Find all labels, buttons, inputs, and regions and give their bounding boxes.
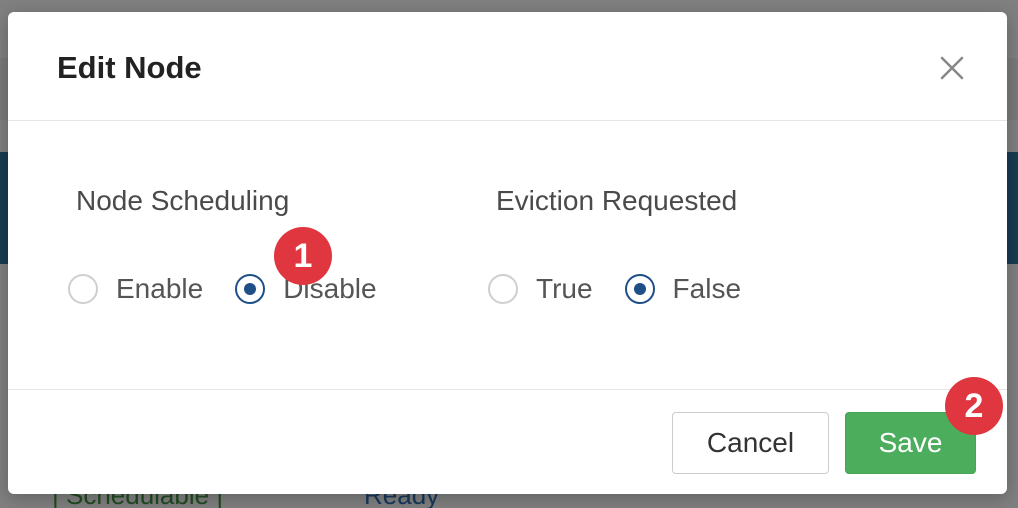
node-scheduling-radios: Enable Disable: [68, 273, 409, 305]
modal-header: Edit Node: [8, 12, 1007, 121]
eviction-requested-radios: True False: [488, 273, 773, 305]
modal-footer: Cancel Save: [8, 389, 1007, 495]
radio-true-label[interactable]: True: [536, 273, 593, 305]
radio-enable-circle[interactable]: [68, 274, 98, 304]
modal-body: Node Scheduling Enable Disable Eviction …: [8, 121, 1007, 389]
edit-node-modal: Edit Node Node Scheduling Enable Disable: [8, 12, 1007, 494]
radio-disable-circle[interactable]: [235, 274, 266, 304]
node-scheduling-label: Node Scheduling: [76, 185, 290, 216]
modal-title: Edit Node: [57, 50, 202, 85]
eviction-requested-group: Eviction Requested True False: [488, 185, 741, 304]
close-button[interactable]: [934, 50, 970, 86]
radio-false-label[interactable]: False: [673, 273, 741, 305]
radio-false-circle[interactable]: [624, 274, 655, 304]
close-icon: [940, 56, 964, 80]
step-badge-2: 2: [945, 377, 1003, 435]
radio-true-circle[interactable]: [488, 274, 518, 304]
radio-selected-dot: [633, 283, 646, 295]
radio-selected-dot: [244, 283, 257, 295]
node-scheduling-group: Node Scheduling Enable Disable: [68, 185, 377, 304]
radio-true[interactable]: True: [488, 273, 593, 305]
step-badge-1: 1: [274, 227, 332, 285]
radio-enable-label[interactable]: Enable: [116, 273, 203, 305]
eviction-requested-label: Eviction Requested: [496, 185, 738, 216]
cancel-button[interactable]: Cancel: [672, 412, 829, 474]
radio-false[interactable]: False: [624, 273, 741, 305]
radio-enable[interactable]: Enable: [68, 273, 203, 305]
